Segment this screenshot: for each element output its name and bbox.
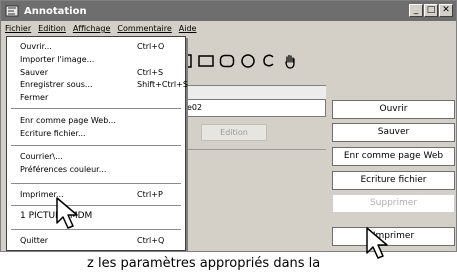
menu-item-label: Enregistrer sous... — [20, 80, 93, 89]
file-menu-dropdown: Ouvrir... Ctrl+O Importer l'image... Sau… — [6, 36, 188, 251]
close-icon[interactable]: ✕ — [439, 4, 453, 17]
freehand-icon[interactable] — [260, 52, 278, 70]
menu-item-quit[interactable]: Quitter Ctrl+Q — [20, 235, 179, 247]
title-bar[interactable]: Annotation _ □ ✕ — [1, 1, 456, 21]
rectangle-icon[interactable] — [197, 52, 215, 70]
menu-edition[interactable]: Edition — [38, 24, 66, 33]
circle-icon[interactable] — [239, 52, 257, 70]
menu-item-print[interactable]: Imprimer... Ctrl+P — [20, 189, 179, 201]
menu-affichage[interactable]: Affichage — [73, 24, 111, 33]
menu-item-label: Ouvrir... — [20, 42, 52, 51]
menu-commentaire[interactable]: Commentaire — [117, 24, 171, 33]
menu-item-shortcut: Ctrl+O — [137, 42, 165, 51]
menu-separator — [11, 205, 181, 206]
rounded-rectangle-icon[interactable] — [218, 52, 236, 70]
window-controls: _ □ ✕ — [409, 4, 453, 17]
menu-item-save-as[interactable]: Enregistrer sous... Shift+Ctrl+S — [20, 79, 188, 91]
menu-item-save[interactable]: Sauver Ctrl+S — [20, 67, 179, 79]
menu-aide[interactable]: Aide — [179, 24, 197, 33]
menu-bar: Fichier Edition Affichage Commentaire Ai… — [1, 21, 456, 36]
menu-item-label: Enr comme page Web... — [20, 116, 116, 125]
app-icon — [5, 5, 19, 17]
menu-item-import-image[interactable]: Importer l'image... — [20, 54, 179, 66]
menu-separator — [11, 229, 181, 230]
save-button[interactable]: Sauver — [332, 123, 455, 142]
pointer-cursor-icon — [56, 197, 78, 229]
maximize-icon[interactable]: □ — [424, 4, 438, 17]
menu-item-label: Fermer — [20, 93, 49, 102]
menu-item-label: Importer l'image... — [20, 55, 95, 64]
menu-fichier[interactable]: Fichier — [5, 24, 31, 33]
filename-field[interactable]: e02 — [174, 99, 326, 117]
menu-item-label: Préférences couleur... — [20, 165, 107, 174]
menu-separator — [11, 108, 181, 109]
menu-separator — [11, 183, 181, 184]
hand-icon[interactable] — [281, 52, 299, 70]
save-web-page-button[interactable]: Enr comme page Web — [332, 147, 455, 166]
menu-item-mail[interactable]: Courrier\... — [20, 151, 179, 163]
menu-item-label: Ecriture fichier... — [20, 129, 86, 138]
menu-item-open[interactable]: Ouvrir... Ctrl+O — [20, 41, 179, 53]
write-file-button[interactable]: Ecriture fichier — [332, 171, 455, 190]
menu-item-shortcut: Ctrl+Q — [137, 236, 165, 245]
menu-item-close[interactable]: Fermer — [20, 92, 179, 104]
menu-item-label: Courrier\... — [20, 152, 63, 161]
minimize-icon[interactable]: _ — [409, 4, 423, 17]
instruction-caption: z les paramètres appropriés dans la — [87, 256, 321, 271]
menu-item-write-file[interactable]: Ecriture fichier... — [20, 128, 179, 140]
menu-item-shortcut: Ctrl+S — [137, 68, 164, 77]
window-title: Annotation — [24, 5, 87, 17]
menu-item-label: Quitter — [20, 236, 49, 245]
panel-header — [174, 85, 326, 99]
menu-item-shortcut: Shift+Ctrl+S — [137, 80, 188, 89]
menu-item-color-preferences[interactable]: Préférences couleur... — [20, 164, 179, 176]
menu-item-label: Sauver — [20, 68, 48, 77]
menu-item-shortcut: Ctrl+P — [137, 190, 163, 199]
menu-item-save-web-page[interactable]: Enr comme page Web... — [20, 115, 179, 127]
pointer-cursor-icon — [366, 227, 388, 259]
divider — [174, 149, 326, 150]
menu-item-recent-file[interactable]: 1 PICTURE.MDM — [20, 210, 179, 222]
drawing-toolbar — [176, 49, 299, 73]
delete-button[interactable]: Supprimer — [332, 194, 455, 213]
open-button[interactable]: Ouvrir — [332, 100, 455, 119]
menu-separator — [11, 145, 181, 146]
edition-button[interactable]: Edition — [201, 124, 267, 141]
